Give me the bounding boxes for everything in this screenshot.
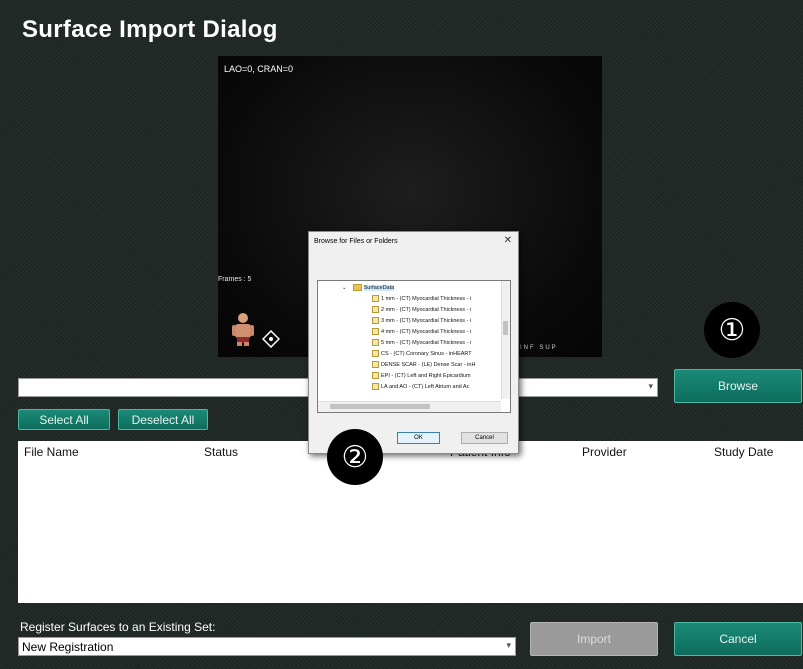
tree-item-label: LA and AO - (CT) Left Atrium and Ac xyxy=(381,384,470,390)
scrollbar-thumb[interactable] xyxy=(330,404,430,409)
step-marker-1: ① xyxy=(704,302,760,358)
dialog-cancel-button[interactable]: Cancel xyxy=(461,432,508,444)
tree-item[interactable]: LA and AO - (CT) Left Atrium and Ac xyxy=(372,382,469,393)
scrollbar-thumb[interactable] xyxy=(503,321,508,335)
file-table[interactable]: File Name Status Patient Info Provider S… xyxy=(18,441,803,603)
tree-item[interactable]: CS - (CT) Coronary Sinus - inHEART xyxy=(372,349,472,360)
chevron-down-icon[interactable]: ▾ xyxy=(648,381,653,392)
tree-item[interactable]: 2 mm - (CT) Myocardial Thickness - i xyxy=(372,305,471,316)
file-icon xyxy=(372,350,379,358)
tree-item-label: 2 mm - (CT) Myocardial Thickness - i xyxy=(381,307,472,313)
chevron-down-icon[interactable]: ⌄ xyxy=(342,285,347,291)
browse-button[interactable]: Browse xyxy=(674,369,802,403)
browse-folder-dialog: Browse for Files or Folders ✕ ⌄ SurfaceDa… xyxy=(308,231,519,454)
folder-tree[interactable]: ⌄ SurfaceData 1 mm - (CT) Myocardial Thic… xyxy=(317,280,511,413)
tree-item[interactable]: 5 mm - (CT) Myocardial Thickness - i xyxy=(372,338,471,349)
column-header-status[interactable]: Status xyxy=(204,445,238,459)
file-icon xyxy=(372,317,379,325)
column-header-file-name[interactable]: File Name xyxy=(24,445,79,459)
registration-select-value: New Registration xyxy=(22,640,114,654)
file-icon xyxy=(372,361,379,369)
chevron-down-icon[interactable]: ▾ xyxy=(506,640,511,651)
dialog-ok-button[interactable]: OK xyxy=(397,432,440,444)
orientation-compass-icon[interactable] xyxy=(262,330,280,348)
orientation-figure-icon xyxy=(232,313,254,346)
tree-item[interactable]: 1 mm - (CT) Myocardial Thickness - i xyxy=(372,294,471,305)
close-icon[interactable]: ✕ xyxy=(504,235,512,246)
select-all-button[interactable]: Select All xyxy=(18,409,110,430)
step-marker-2: ② xyxy=(327,429,383,485)
tree-item-label: DENSE SCAR - (LE) Dense Scar - inH xyxy=(381,362,476,368)
horizontal-scrollbar[interactable] xyxy=(318,401,501,412)
tree-item-label: CS - (CT) Coronary Sinus - inHEART xyxy=(381,351,472,357)
folder-icon xyxy=(352,284,362,292)
file-icon xyxy=(372,328,379,336)
column-header-study-date[interactable]: Study Date xyxy=(714,445,773,459)
tree-item-label: EPI - (CT) Left and Right Epicardium xyxy=(381,373,471,379)
file-icon xyxy=(372,295,379,303)
register-surfaces-label: Register Surfaces to an Existing Set: xyxy=(20,620,216,634)
tree-item[interactable]: EPI - (CT) Left and Right Epicardium xyxy=(372,371,471,382)
file-icon xyxy=(372,339,379,347)
window-title: Surface Import Dialog xyxy=(22,16,278,43)
cancel-button[interactable]: Cancel xyxy=(674,622,802,656)
file-icon xyxy=(372,383,379,391)
tree-item-label: 3 mm - (CT) Myocardial Thickness - i xyxy=(381,318,472,324)
folder-label: SurfaceData xyxy=(363,285,395,291)
import-button[interactable]: Import xyxy=(530,622,658,656)
view-angle-label: LAO=0, CRAN=0 xyxy=(224,64,294,74)
tree-item-label: 1 mm - (CT) Myocardial Thickness - i xyxy=(381,296,472,302)
vertical-scrollbar[interactable] xyxy=(501,281,510,399)
orientation-labels: INF SUP xyxy=(520,345,558,351)
column-header-provider[interactable]: Provider xyxy=(582,445,627,459)
dialog-title: Browse for Files or Folders xyxy=(314,238,398,245)
tree-item[interactable]: DENSE SCAR - (LE) Dense Scar - inH xyxy=(372,360,475,371)
tree-item-label: 4 mm - (CT) Myocardial Thickness - i xyxy=(381,329,472,335)
file-icon xyxy=(372,306,379,314)
tree-item-label: 5 mm - (CT) Myocardial Thickness - i xyxy=(381,340,472,346)
tree-item[interactable]: 3 mm - (CT) Myocardial Thickness - i xyxy=(372,316,471,327)
file-icon xyxy=(372,372,379,380)
deselect-all-button[interactable]: Deselect All xyxy=(118,409,208,430)
registration-select[interactable]: New Registration ▾ xyxy=(18,637,516,656)
frames-label: Frames : 5 xyxy=(218,276,252,283)
tree-item[interactable]: 4 mm - (CT) Myocardial Thickness - i xyxy=(372,327,471,338)
tree-folder-surfacedata[interactable]: ⌄ SurfaceData xyxy=(342,283,395,294)
